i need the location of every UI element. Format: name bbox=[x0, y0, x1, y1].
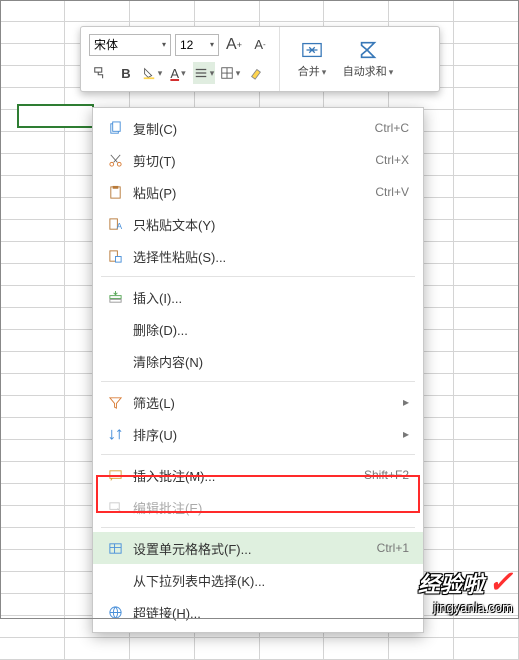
chevron-down-icon: ▾ bbox=[162, 40, 166, 49]
chevron-down-icon: ▾ bbox=[236, 68, 241, 79]
increase-font-button[interactable]: A+ bbox=[223, 34, 245, 56]
fill-color-button[interactable]: ▾ bbox=[141, 62, 163, 84]
menu-label: 清除内容(N) bbox=[127, 352, 409, 371]
insert-icon bbox=[103, 290, 127, 305]
edit-comment-icon bbox=[103, 500, 127, 515]
menu-label: 设置单元格格式(F)... bbox=[127, 539, 377, 558]
align-button[interactable]: ▾ bbox=[193, 62, 215, 84]
merge-label: 合并 bbox=[298, 66, 320, 78]
chevron-down-icon: ▾ bbox=[210, 40, 214, 49]
menu-clear[interactable]: 清除内容(N) bbox=[93, 345, 423, 377]
menu-edit-comment: 编辑批注(E)... bbox=[93, 491, 423, 523]
copy-icon bbox=[103, 121, 127, 136]
autosum-label: 自动求和 bbox=[343, 66, 387, 78]
watermark-url: jingyanla.com bbox=[418, 600, 513, 615]
context-menu: 复制(C)Ctrl+C 剪切(T)Ctrl+X 粘贴(P)Ctrl+V A 只粘贴… bbox=[92, 107, 424, 633]
font-family-select[interactable]: 宋体 ▾ bbox=[89, 34, 171, 56]
autosum-button[interactable]: 自动求和▾ bbox=[339, 31, 397, 87]
watermark: 经验啦✓ jingyanla.com bbox=[418, 565, 513, 615]
font-size-select[interactable]: 12 ▾ bbox=[175, 34, 219, 56]
format-cells-icon bbox=[103, 541, 127, 556]
menu-shortcut: Ctrl+C bbox=[375, 121, 409, 135]
bold-button[interactable]: B bbox=[115, 62, 137, 84]
menu-filter[interactable]: 筛选(L)▸ bbox=[93, 386, 423, 418]
menu-label: 编辑批注(E)... bbox=[127, 498, 409, 517]
menu-label: 插入(I)... bbox=[127, 288, 409, 307]
menu-paste-text[interactable]: A 只粘贴文本(Y) bbox=[93, 208, 423, 240]
paste-icon bbox=[103, 185, 127, 200]
highlight-button[interactable] bbox=[245, 62, 267, 84]
menu-paste[interactable]: 粘贴(P)Ctrl+V bbox=[93, 176, 423, 208]
menu-separator bbox=[101, 276, 415, 277]
font-color-button[interactable]: A▾ bbox=[167, 62, 189, 84]
selected-cell[interactable] bbox=[17, 104, 94, 128]
menu-copy[interactable]: 复制(C)Ctrl+C bbox=[93, 112, 423, 144]
merge-icon bbox=[301, 39, 323, 61]
menu-format-cells[interactable]: 设置单元格格式(F)...Ctrl+1 bbox=[93, 532, 423, 564]
menu-label: 筛选(L) bbox=[127, 393, 403, 412]
chevron-down-icon: ▾ bbox=[158, 68, 163, 79]
menu-shortcut: Ctrl+1 bbox=[377, 541, 409, 555]
svg-text:A: A bbox=[116, 221, 122, 231]
menu-shortcut: Shift+F2 bbox=[364, 468, 409, 482]
merge-cells-button[interactable]: 合并▾ bbox=[288, 31, 336, 87]
menu-label: 排序(U) bbox=[127, 425, 403, 444]
submenu-arrow-icon: ▸ bbox=[403, 427, 409, 441]
decrease-font-button[interactable]: A- bbox=[249, 34, 271, 56]
menu-label: 粘贴(P) bbox=[127, 183, 375, 202]
link-icon bbox=[103, 605, 127, 620]
menu-label: 选择性粘贴(S)... bbox=[127, 247, 409, 266]
chevron-down-icon: ▾ bbox=[389, 67, 394, 77]
cut-icon bbox=[103, 153, 127, 168]
menu-shortcut: Ctrl+X bbox=[375, 153, 409, 167]
menu-label: 从下拉列表中选择(K)... bbox=[127, 571, 409, 590]
menu-label: 删除(D)... bbox=[127, 320, 409, 339]
watermark-title: 经验啦 bbox=[418, 567, 484, 599]
menu-label: 插入批注(M)... bbox=[127, 466, 364, 485]
font-size-value: 12 bbox=[180, 38, 193, 52]
submenu-arrow-icon: ▸ bbox=[403, 395, 409, 409]
menu-pick-from-list[interactable]: 从下拉列表中选择(K)... bbox=[93, 564, 423, 596]
filter-icon bbox=[103, 395, 127, 410]
check-icon: ✓ bbox=[488, 565, 513, 600]
sort-icon bbox=[103, 427, 127, 442]
borders-button[interactable]: ▾ bbox=[219, 62, 241, 84]
menu-hyperlink[interactable]: 超链接(H)... bbox=[93, 596, 423, 628]
menu-shortcut: Ctrl+V bbox=[375, 185, 409, 199]
paste-special-icon bbox=[103, 249, 127, 264]
menu-label: 复制(C) bbox=[127, 119, 375, 138]
menu-label: 只粘贴文本(Y) bbox=[127, 215, 409, 234]
menu-paste-special[interactable]: 选择性粘贴(S)... bbox=[93, 240, 423, 272]
chevron-down-icon: ▾ bbox=[181, 68, 186, 79]
menu-insert-comment[interactable]: 插入批注(M)...Shift+F2 bbox=[93, 459, 423, 491]
menu-separator bbox=[101, 381, 415, 382]
format-painter-button[interactable] bbox=[89, 62, 111, 84]
menu-insert[interactable]: 插入(I)... bbox=[93, 281, 423, 313]
menu-separator bbox=[101, 527, 415, 528]
font-family-value: 宋体 bbox=[94, 36, 118, 53]
chevron-down-icon: ▾ bbox=[322, 67, 327, 77]
menu-label: 剪切(T) bbox=[127, 151, 375, 170]
paste-text-icon: A bbox=[103, 217, 127, 232]
chevron-down-icon: ▾ bbox=[210, 68, 215, 79]
comment-icon bbox=[103, 468, 127, 483]
sigma-icon bbox=[357, 39, 379, 61]
menu-delete[interactable]: 删除(D)... bbox=[93, 313, 423, 345]
mini-toolbar: 宋体▾ 12▾ A+ A- B ▾ A▾ ▾ ▾ 合并▾ 自动求和▾ bbox=[80, 26, 440, 92]
menu-cut[interactable]: 剪切(T)Ctrl+X bbox=[93, 144, 423, 176]
menu-separator bbox=[101, 454, 415, 455]
menu-sort[interactable]: 排序(U)▸ bbox=[93, 418, 423, 450]
